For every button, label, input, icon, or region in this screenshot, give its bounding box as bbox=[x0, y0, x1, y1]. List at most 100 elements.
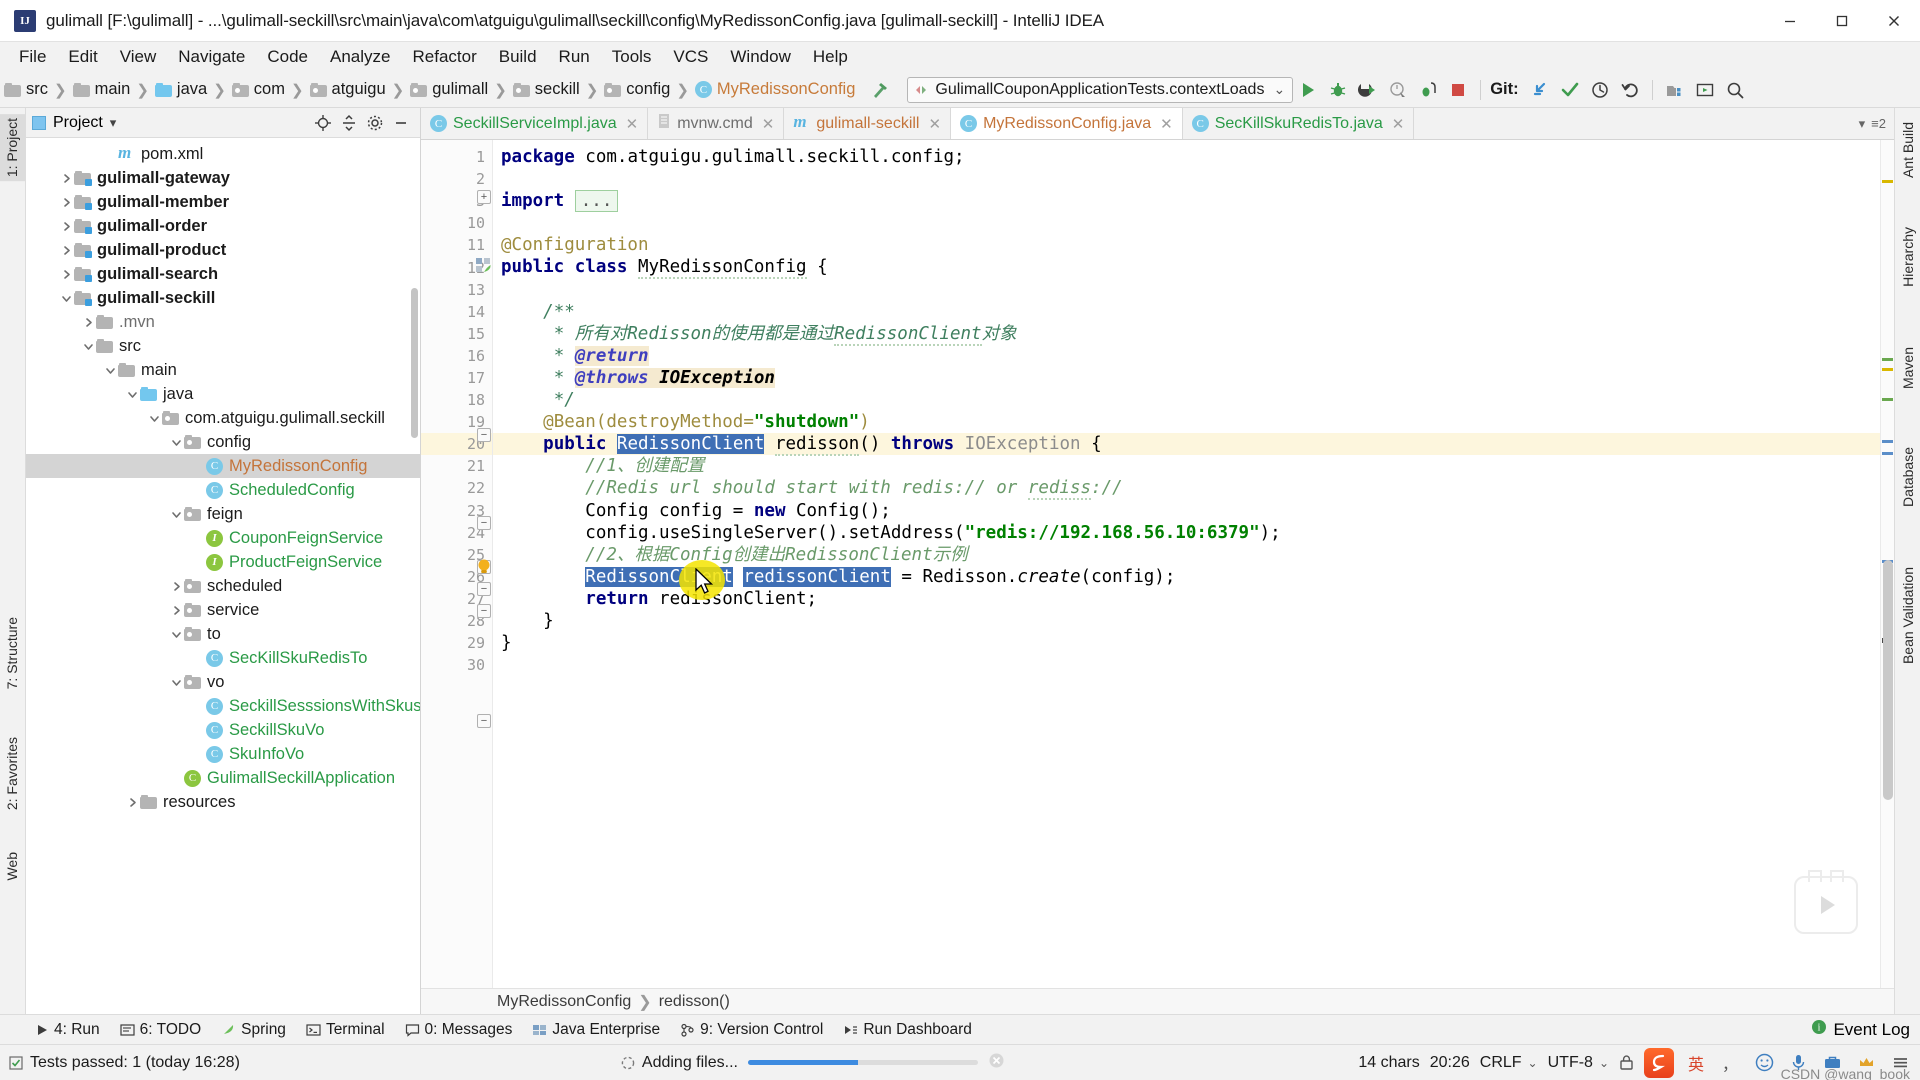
editor-marker-bar[interactable] bbox=[1880, 140, 1894, 988]
chevron-right-icon[interactable] bbox=[168, 578, 184, 594]
breadcrumb-class[interactable]: MyRedissonConfig bbox=[497, 993, 631, 1011]
editor-layout-caret-icon[interactable]: ▾ bbox=[1859, 116, 1866, 132]
gutter-line-14[interactable]: 14 bbox=[421, 301, 492, 323]
collapse-all-icon[interactable] bbox=[336, 111, 362, 135]
navbar-crumb-src[interactable]: src bbox=[2, 80, 50, 99]
code-line-10[interactable] bbox=[493, 212, 1880, 234]
tree-node-gulimall-order[interactable]: gulimall-order bbox=[26, 214, 420, 238]
sidebar-item-web[interactable]: Web bbox=[0, 848, 25, 885]
tree-node-gulimall-seckill[interactable]: gulimall-seckill bbox=[26, 286, 420, 310]
editor-tab-gulimall-seckill[interactable]: mgulimall-seckill✕ bbox=[784, 108, 951, 139]
tree-node-service[interactable]: service bbox=[26, 598, 420, 622]
git-update-icon[interactable] bbox=[1525, 75, 1555, 105]
gutter-line-17[interactable]: 17 bbox=[421, 367, 492, 389]
tree-node-scheduled[interactable]: scheduled bbox=[26, 574, 420, 598]
code-line-14[interactable]: /** bbox=[493, 301, 1880, 323]
git-history-icon[interactable] bbox=[1585, 75, 1615, 105]
sogou-input-icon[interactable] bbox=[1644, 1048, 1674, 1078]
menu-refactor[interactable]: Refactor bbox=[401, 44, 487, 70]
close-icon[interactable]: ✕ bbox=[1392, 115, 1405, 133]
tree-node-seckillskuvo[interactable]: CSeckillSkuVo bbox=[26, 718, 420, 742]
settings-window-icon[interactable] bbox=[1690, 75, 1720, 105]
tree-node-seckillsesssionswithskus[interactable]: CSeckillSesssionsWithSkus bbox=[26, 694, 420, 718]
editor-split-count[interactable]: ≡2 bbox=[1871, 116, 1886, 131]
code-line-1[interactable]: package com.atguigu.gulimall.seckill.con… bbox=[493, 146, 1880, 168]
gutter-line-15[interactable]: 15 bbox=[421, 323, 492, 345]
navbar-crumb-myredissonconfig[interactable]: CMyRedissonConfig bbox=[693, 80, 857, 99]
line-separator-selector[interactable]: CRLF ⌄ bbox=[1480, 1054, 1538, 1072]
menu-run[interactable]: Run bbox=[548, 44, 601, 70]
fold-icon-line28[interactable]: − bbox=[477, 714, 491, 728]
tree-node-couponfeignservice[interactable]: ICouponFeignService bbox=[26, 526, 420, 550]
code-line-28[interactable]: } bbox=[493, 610, 1880, 632]
code-line-20[interactable]: public RedissonClient redisson() throws … bbox=[493, 433, 1880, 455]
navbar-crumb-java[interactable]: java bbox=[153, 80, 209, 99]
chevron-right-icon[interactable] bbox=[124, 794, 140, 810]
menu-navigate[interactable]: Navigate bbox=[167, 44, 256, 70]
sidebar-item-hierarchy[interactable]: Hierarchy bbox=[1895, 223, 1920, 291]
navbar-crumb-com[interactable]: com bbox=[230, 80, 287, 99]
caret-position[interactable]: 20:26 bbox=[1430, 1054, 1470, 1072]
gutter-line-2[interactable]: 2 bbox=[421, 168, 492, 190]
gutter-line-1[interactable]: 1 bbox=[421, 146, 492, 168]
chevron-down-icon[interactable] bbox=[168, 674, 184, 690]
run-with-coverage-icon[interactable] bbox=[1353, 75, 1383, 105]
tree-node-resources[interactable]: resources bbox=[26, 790, 420, 814]
menu-build[interactable]: Build bbox=[488, 44, 548, 70]
run-configuration-selector[interactable]: GulimallCouponApplicationTests.contextLo… bbox=[907, 77, 1293, 103]
editor-tab-seckillskuredisto-java[interactable]: CSecKillSkuRedisTo.java✕ bbox=[1183, 108, 1415, 139]
menu-window[interactable]: Window bbox=[719, 44, 801, 70]
chevron-right-icon[interactable] bbox=[168, 602, 184, 618]
sidebar-item-project[interactable]: 1: Project bbox=[0, 114, 25, 181]
fold-icon-import[interactable]: + bbox=[477, 190, 491, 204]
gutter-line-10[interactable]: 10 bbox=[421, 212, 492, 234]
intention-bulb-icon[interactable] bbox=[476, 558, 492, 576]
chevron-right-icon[interactable] bbox=[58, 170, 74, 186]
run-icon[interactable] bbox=[1293, 75, 1323, 105]
fold-icon-line21[interactable]: − bbox=[477, 582, 491, 596]
chevron-down-icon[interactable] bbox=[146, 410, 162, 426]
fold-icon-javadoc[interactable]: − bbox=[477, 428, 491, 442]
gutter-line-22[interactable]: 22 bbox=[421, 477, 492, 499]
gutter-line-29[interactable]: 29 bbox=[421, 632, 492, 654]
gutter-line-30[interactable]: 30 bbox=[421, 654, 492, 676]
code-line-22[interactable]: //Redis url should start with redis:// o… bbox=[493, 477, 1880, 499]
bottom-toolwindow-terminal[interactable]: Terminal bbox=[297, 1018, 394, 1042]
event-log-label[interactable]: Event Log bbox=[1833, 1020, 1910, 1040]
sidebar-item-structure[interactable]: 7: Structure bbox=[0, 613, 25, 693]
spring-bean-gutter-icon[interactable] bbox=[475, 257, 492, 274]
tree-node-feign[interactable]: feign bbox=[26, 502, 420, 526]
close-icon[interactable]: ✕ bbox=[762, 115, 775, 133]
menu-view[interactable]: View bbox=[109, 44, 168, 70]
lang-chinese-icon[interactable]: 英 bbox=[1684, 1051, 1708, 1075]
sidebar-item-ant-build[interactable]: Ant Build bbox=[1895, 118, 1920, 182]
tree-node-com-atguigu-gulimall-seckill[interactable]: com.atguigu.gulimall.seckill bbox=[26, 406, 420, 430]
chevron-down-icon[interactable]: ▾ bbox=[110, 115, 117, 131]
smiley-icon[interactable] bbox=[1752, 1051, 1776, 1075]
attach-debugger-icon[interactable] bbox=[1413, 75, 1443, 105]
encoding-selector[interactable]: UTF-8 ⌄ bbox=[1548, 1054, 1609, 1072]
chevron-right-icon[interactable] bbox=[80, 314, 96, 330]
code-line-15[interactable]: * 所有对Redisson的使用都是通过RedissonClient对象 bbox=[493, 323, 1880, 345]
chevron-down-icon[interactable]: ⌄ bbox=[1273, 81, 1285, 98]
chevron-down-icon[interactable] bbox=[80, 338, 96, 354]
code-line-12[interactable]: public class MyRedissonConfig { bbox=[493, 256, 1880, 278]
menu-edit[interactable]: Edit bbox=[57, 44, 108, 70]
code-line-19[interactable]: @Bean(destroyMethod="shutdown") bbox=[493, 411, 1880, 433]
tree-node-gulimall-member[interactable]: gulimall-member bbox=[26, 190, 420, 214]
chevron-down-icon[interactable] bbox=[168, 434, 184, 450]
tree-node-gulimall-search[interactable]: gulimall-search bbox=[26, 262, 420, 286]
close-icon[interactable]: ✕ bbox=[928, 115, 941, 133]
navbar-crumb-atguigu[interactable]: atguigu bbox=[308, 80, 388, 99]
code-line-18[interactable]: */ bbox=[493, 389, 1880, 411]
editor-tab-mvnw-cmd[interactable]: mvnw.cmd✕ bbox=[648, 108, 784, 139]
tree-node-gulimallseckillapplication[interactable]: CGulimallSeckillApplication bbox=[26, 766, 420, 790]
tree-node-gulimall-gateway[interactable]: gulimall-gateway bbox=[26, 166, 420, 190]
code-line-13[interactable] bbox=[493, 279, 1880, 301]
gutter-line-16[interactable]: 16 bbox=[421, 345, 492, 367]
git-rollback-icon[interactable] bbox=[1615, 75, 1645, 105]
code-line-26[interactable]: RedissonClient redissonClient = Redisson… bbox=[493, 566, 1880, 588]
tree-node-scheduledconfig[interactable]: CScheduledConfig bbox=[26, 478, 420, 502]
editor-tab-seckillserviceimpl-java[interactable]: CSeckillServiceImpl.java✕ bbox=[421, 108, 648, 139]
chevron-down-icon[interactable] bbox=[168, 626, 184, 642]
